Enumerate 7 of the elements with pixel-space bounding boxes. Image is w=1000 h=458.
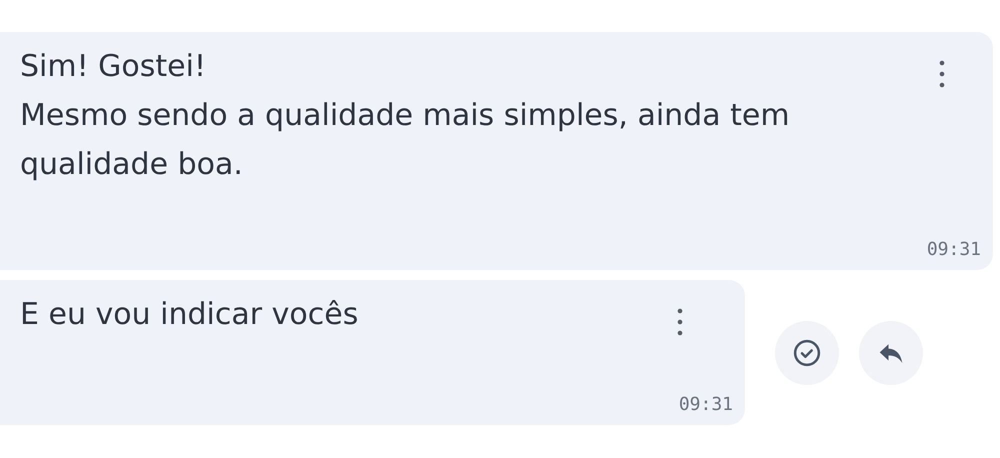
message-text: Sim! Gostei! Mesmo sendo a qualidade mais simples, ainda tem qualidade boa. xyxy=(20,48,790,184)
more-options-icon[interactable] xyxy=(677,308,683,336)
check-circle-icon xyxy=(792,338,822,368)
message-text: E eu vou indicar vocês xyxy=(20,296,358,334)
message-time: 09:31 xyxy=(926,239,981,260)
message-time: 09:31 xyxy=(678,394,733,415)
more-options-icon[interactable] xyxy=(939,60,945,88)
